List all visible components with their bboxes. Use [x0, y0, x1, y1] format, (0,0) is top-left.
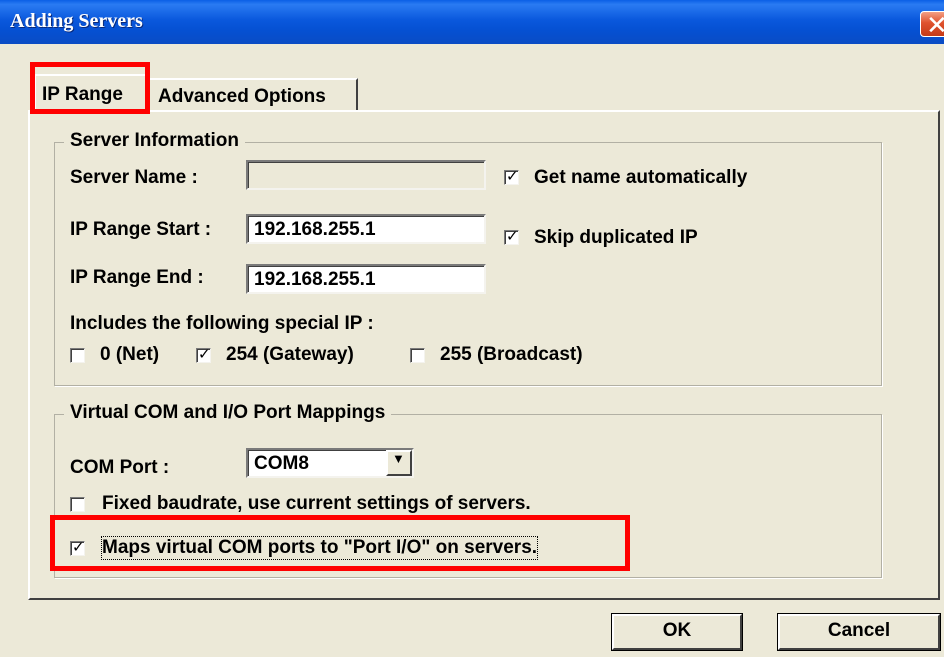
server-information-title: Server Information — [64, 130, 245, 152]
special-ip-net-checkbox[interactable] — [70, 348, 85, 363]
ip-end-field[interactable]: 192.168.255.1 — [246, 264, 486, 294]
server-name-field[interactable] — [246, 160, 486, 190]
special-ip-broadcast-checkbox[interactable] — [410, 348, 425, 363]
tab-advanced-options[interactable]: Advanced Options — [146, 78, 358, 112]
skip-duplicated-ip-label: Skip duplicated IP — [534, 227, 698, 248]
special-ip-net-label: 0 (Net) — [100, 344, 160, 365]
fixed-baudrate-checkbox[interactable] — [70, 497, 85, 512]
special-ip-gateway-checkbox[interactable]: ✓ — [196, 346, 211, 363]
check-icon: ✓ — [198, 346, 211, 363]
cancel-button[interactable]: Cancel — [777, 613, 941, 651]
special-ip-gateway-label: 254 (Gateway) — [226, 344, 354, 365]
ip-start-label: IP Range Start : — [70, 219, 212, 240]
skip-duplicated-ip-checkbox[interactable]: ✓ — [504, 228, 519, 245]
chevron-down-icon: ▼ — [392, 451, 405, 466]
ok-button[interactable]: OK — [611, 613, 743, 651]
com-port-dropdown-button[interactable]: ▼ — [386, 450, 412, 476]
server-name-label: Server Name : — [70, 167, 198, 188]
fixed-baudrate-label: Fixed baudrate, use current settings of … — [102, 493, 531, 514]
special-ip-broadcast-label: 255 (Broadcast) — [440, 344, 583, 365]
check-icon: ✓ — [506, 168, 519, 185]
tab-highlight-annotation — [30, 62, 150, 114]
close-icon: ✕ — [926, 10, 944, 40]
title-bar[interactable]: Adding Servers ✕ — [0, 0, 944, 44]
close-button[interactable]: ✕ — [920, 10, 944, 40]
com-port-label: COM Port : — [70, 457, 170, 478]
tab-advanced-options-label: Advanced Options — [158, 86, 326, 107]
ip-start-field[interactable]: 192.168.255.1 — [246, 214, 486, 244]
virtual-com-title: Virtual COM and I/O Port Mappings — [64, 402, 392, 424]
special-ip-label: Includes the following special IP : — [70, 313, 374, 334]
ip-end-label: IP Range End : — [70, 267, 204, 288]
get-name-auto-label: Get name automatically — [534, 167, 748, 188]
maps-option-highlight-annotation — [50, 515, 630, 571]
check-icon: ✓ — [506, 228, 519, 245]
get-name-auto-checkbox[interactable]: ✓ — [504, 168, 519, 185]
window-title: Adding Servers — [10, 10, 143, 32]
